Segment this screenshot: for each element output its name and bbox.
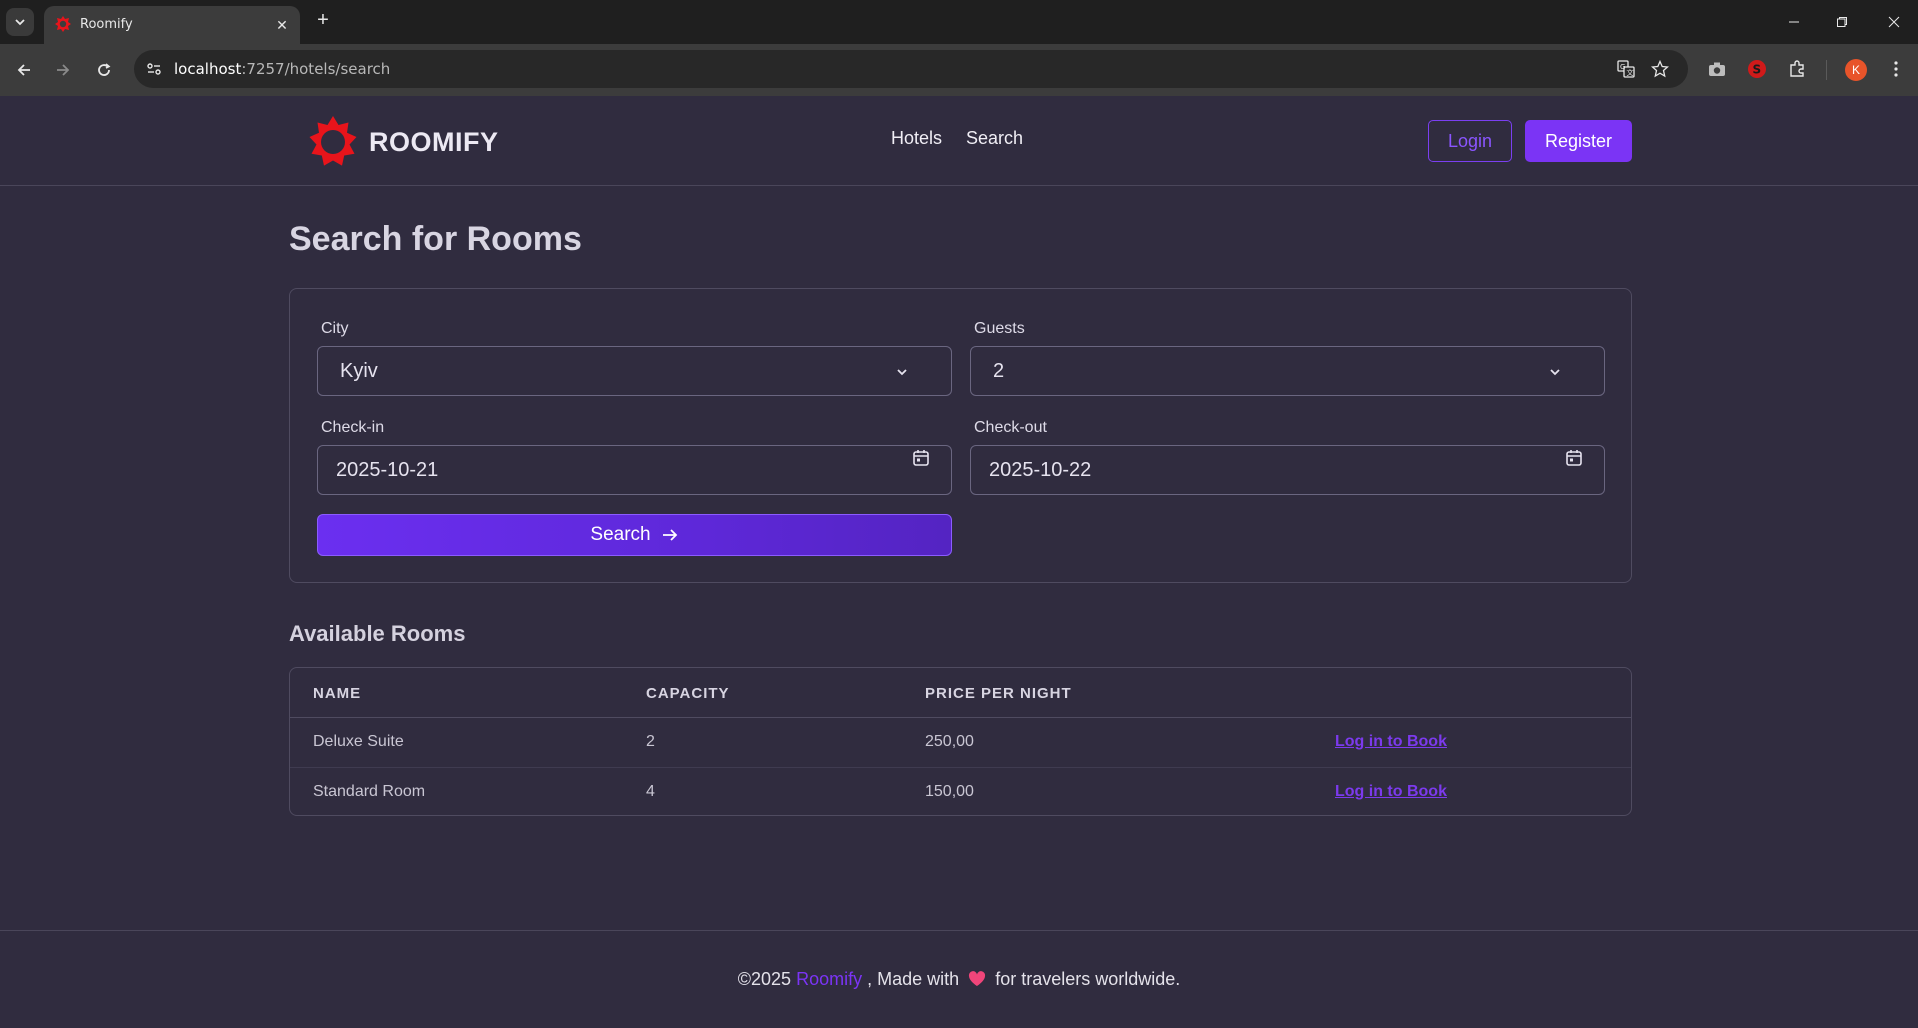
column-header-price: PRICE PER NIGHT [925, 685, 1072, 702]
rooms-table: NAME CAPACITY PRICE PER NIGHT Deluxe Sui… [289, 667, 1632, 816]
profile-avatar[interactable]: K [1845, 59, 1867, 81]
browser-toolbar: localhost:7257/hotels/search G文 S K [0, 44, 1918, 96]
brand-name: ROOMIFY [369, 126, 499, 157]
footer-suffix: for travelers worldwide. [995, 969, 1181, 989]
footer-copyright: ©2025 [737, 969, 792, 989]
tab-search-button[interactable] [6, 8, 34, 36]
chevron-down-icon [897, 369, 907, 376]
column-header-capacity: CAPACITY [646, 685, 730, 702]
site-info-icon[interactable] [144, 59, 164, 79]
login-to-book-link[interactable]: Log in to Book [1335, 733, 1447, 751]
guests-value: 2 [993, 360, 1005, 382]
checkin-value: 2025-10-21 [336, 459, 439, 481]
table-row: Standard Room 4 150,00 Log in to Book [290, 767, 1631, 815]
room-name: Standard Room [313, 783, 426, 800]
checkout-date-input[interactable]: 2025-10-22 [970, 445, 1605, 495]
tab-title: Roomify [80, 17, 133, 32]
seo-extension-icon[interactable]: S [1745, 57, 1769, 81]
heart-icon [969, 971, 986, 986]
camera-extension-icon[interactable] [1705, 57, 1729, 81]
arrow-right-icon [662, 529, 677, 541]
minimize-icon[interactable] [1774, 8, 1814, 36]
guests-select[interactable]: 2 [970, 346, 1605, 396]
nav-search[interactable]: Search [966, 128, 1023, 149]
city-label: City [321, 320, 349, 337]
browser-tab[interactable]: Roomify ✕ [44, 6, 300, 44]
brand-link[interactable]: ROOMIFY [305, 114, 499, 170]
footer-text: ©2025 Roomify , Made with for travelers … [0, 969, 1918, 990]
calendar-icon[interactable] [911, 448, 931, 468]
available-rooms-title: Available Rooms [289, 621, 466, 646]
svg-text:S: S [1753, 63, 1762, 77]
site-header: ROOMIFY Hotels Search Login Register [0, 96, 1918, 186]
back-icon[interactable] [10, 56, 38, 84]
main-nav: Hotels Search [891, 128, 1023, 149]
checkout-value: 2025-10-22 [989, 459, 1092, 481]
roomify-logo-icon [309, 116, 357, 166]
city-select[interactable]: Kyiv [317, 346, 952, 396]
new-tab-button[interactable]: + [312, 10, 334, 32]
extensions-puzzle-icon[interactable] [1785, 57, 1809, 81]
more-menu-icon[interactable] [1884, 57, 1908, 81]
calendar-icon[interactable] [1564, 448, 1584, 468]
page-title: Search for Rooms [289, 220, 582, 258]
url-text: localhost:7257/hotels/search [174, 60, 391, 78]
svg-text:G: G [1620, 63, 1625, 71]
translate-icon[interactable]: G文 [1616, 59, 1636, 79]
login-button[interactable]: Login [1428, 120, 1512, 162]
nav-hotels[interactable]: Hotels [891, 128, 942, 149]
table-row: Deluxe Suite 2 250,00 Log in to Book [290, 718, 1631, 767]
search-button[interactable]: Search [317, 514, 952, 556]
svg-text:文: 文 [1627, 68, 1634, 77]
close-window-icon[interactable] [1874, 8, 1914, 36]
address-bar[interactable]: localhost:7257/hotels/search G文 [134, 50, 1688, 88]
bookmark-star-icon[interactable] [1650, 59, 1670, 79]
reload-icon[interactable] [90, 56, 118, 84]
room-name: Deluxe Suite [313, 733, 404, 750]
checkin-label: Check-in [321, 419, 385, 436]
search-form: City Kyiv Guests 2 Check-in 2025-10-21 C… [289, 288, 1632, 583]
site-footer: ©2025 Roomify , Made with for travelers … [0, 930, 1918, 1028]
browser-tabstrip: Roomify ✕ + [0, 0, 1918, 44]
forward-icon[interactable] [49, 56, 77, 84]
chevron-down-icon [15, 19, 25, 26]
login-to-book-link[interactable]: Log in to Book [1335, 783, 1447, 801]
toolbar-divider [1826, 60, 1827, 80]
register-button[interactable]: Register [1525, 120, 1632, 162]
room-capacity: 2 [646, 733, 655, 750]
checkout-label: Check-out [974, 419, 1047, 436]
search-button-label: Search [590, 524, 651, 545]
room-capacity: 4 [646, 783, 655, 800]
close-tab-icon[interactable]: ✕ [274, 17, 290, 33]
room-price: 250,00 [925, 733, 974, 750]
footer-brand-link[interactable]: Roomify [796, 969, 862, 989]
roomify-favicon-icon [55, 16, 71, 32]
chevron-down-icon [1550, 369, 1560, 376]
restore-icon[interactable] [1822, 8, 1862, 36]
checkin-date-input[interactable]: 2025-10-21 [317, 445, 952, 495]
guests-label: Guests [974, 320, 1025, 337]
room-price: 150,00 [925, 783, 974, 800]
footer-made-with: , Made with [867, 969, 960, 989]
city-value: Kyiv [340, 360, 378, 382]
table-header: NAME CAPACITY PRICE PER NIGHT [290, 668, 1631, 718]
column-header-name: NAME [313, 685, 362, 702]
